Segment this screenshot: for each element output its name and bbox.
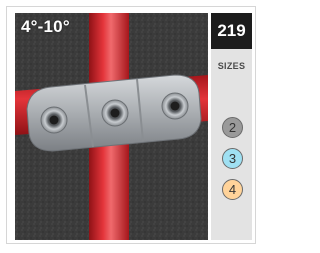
size-badge-4[interactable]: 4 — [222, 179, 243, 200]
size-badge-2[interactable]: 2 — [222, 117, 243, 138]
product-code: 219 — [211, 13, 252, 49]
product-photo — [15, 13, 208, 240]
size-badge-3[interactable]: 3 — [222, 148, 243, 169]
sizes-label: SIZES — [217, 61, 246, 71]
angle-range-label: 4°-10° — [21, 17, 70, 36]
